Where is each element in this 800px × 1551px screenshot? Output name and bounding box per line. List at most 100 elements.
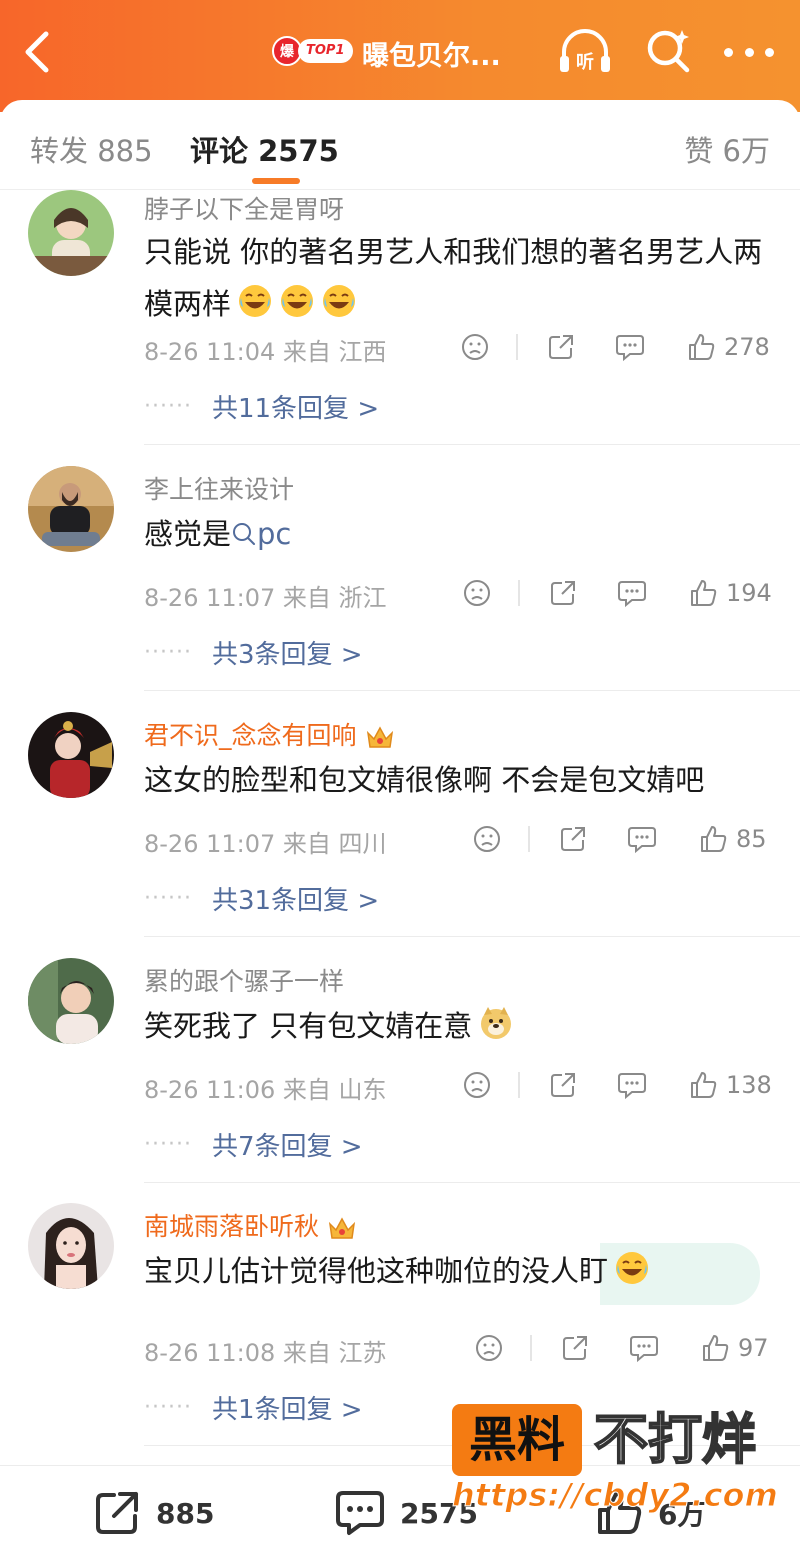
comment-meta: 8-26 11:08 来自 江苏 97 <box>144 1331 774 1367</box>
dislike-button[interactable] <box>472 822 502 856</box>
like-count: 97 <box>738 1334 769 1362</box>
avatar[interactable] <box>28 1203 114 1289</box>
reply-row: ······ 共7条回复 > <box>144 1126 363 1162</box>
share-button[interactable] <box>558 822 588 856</box>
dislike-button[interactable] <box>474 1331 504 1365</box>
reply-row: ······ 共31条回复 > <box>144 880 379 916</box>
dislike-button[interactable] <box>462 576 492 610</box>
reply-button[interactable] <box>616 576 648 610</box>
comment-text: 只能说 你的著名男艺人和我们想的著名男艺人两模两样 <box>144 226 774 330</box>
like-button[interactable]: 85 <box>698 822 767 856</box>
more-button[interactable] <box>724 38 774 66</box>
share-icon <box>561 827 585 851</box>
search-tag-text: pc <box>257 517 292 551</box>
username[interactable]: 脖子以下全是胃呀 <box>144 190 344 226</box>
action-separator <box>530 1335 532 1361</box>
comment-icon <box>618 1073 646 1100</box>
like-icon <box>701 826 727 852</box>
view-replies-link[interactable]: 共3条回复 > <box>212 634 363 671</box>
share-button[interactable] <box>546 330 576 364</box>
like-count: 194 <box>726 579 772 607</box>
more-icon-dot <box>765 47 774 57</box>
like-icon <box>703 1335 729 1361</box>
username-vip[interactable]: 君不识_念念有回响 <box>144 716 395 752</box>
tab-like[interactable]: 赞 6万 <box>684 128 770 170</box>
listen-icon: 听 <box>560 29 610 73</box>
like-button[interactable]: 138 <box>688 1068 772 1102</box>
comment-text-content: 笑死我了 只有包文婧在意 <box>144 1009 473 1043</box>
avatar[interactable] <box>28 712 114 798</box>
bottom-repost-count: 885 <box>156 1496 215 1530</box>
reply-button[interactable] <box>614 330 646 364</box>
username[interactable]: 累的跟个骡子一样 <box>144 962 344 998</box>
tab-comment[interactable]: 评论 2575 <box>190 128 339 170</box>
back-button[interactable] <box>18 28 58 76</box>
listen-label: 听 <box>576 51 594 73</box>
hot-badge-rank: TOP1 <box>298 39 353 63</box>
dislike-button[interactable] <box>460 330 490 364</box>
search-tag-link[interactable]: pc <box>231 517 291 551</box>
search-icon <box>233 523 256 545</box>
comment-meta: 8-26 11:04 来自 江西 278 <box>144 330 774 366</box>
share-icon <box>96 1492 138 1534</box>
watermark-box: 黑料 <box>452 1404 582 1476</box>
like-count: 138 <box>726 1071 772 1099</box>
comment-time: 8-26 11:08 来自 江苏 <box>144 1339 387 1367</box>
dislike-icon <box>462 334 488 360</box>
share-button[interactable] <box>548 1068 578 1102</box>
comment-divider <box>144 444 800 445</box>
dislike-icon <box>476 1335 502 1361</box>
comment-icon <box>618 581 646 608</box>
like-count: 278 <box>724 333 770 361</box>
comment-time: 8-26 11:07 来自 四川 <box>144 830 387 858</box>
back-icon <box>25 31 49 73</box>
reply-dots: ······ <box>144 639 192 665</box>
comment-time: 8-26 11:07 来自 浙江 <box>144 584 387 612</box>
dislike-button[interactable] <box>462 1068 492 1102</box>
tab-bar: 转发 885 评论 2575 赞 6万 <box>0 100 800 190</box>
share-button[interactable] <box>560 1331 590 1365</box>
username-text: 君不识_念念有回响 <box>144 721 357 750</box>
comment-text-content: 感觉是 <box>144 517 232 551</box>
reply-dots: ······ <box>144 1131 192 1157</box>
username[interactable]: 李上往来设计 <box>144 470 294 506</box>
share-icon <box>551 1073 575 1097</box>
like-button[interactable]: 97 <box>700 1331 769 1365</box>
reply-dots: ······ <box>144 1394 192 1420</box>
view-replies-link[interactable]: 共1条回复 > <box>212 1389 363 1426</box>
more-icon-dot <box>724 47 733 57</box>
active-tab-indicator <box>252 178 300 184</box>
reply-button[interactable] <box>626 822 658 856</box>
bottom-repost-button[interactable]: 885 <box>92 1488 214 1538</box>
comment-meta: 8-26 11:07 来自 浙江 194 <box>144 576 774 612</box>
share-button[interactable] <box>548 576 578 610</box>
dislike-icon <box>464 1072 490 1098</box>
username-vip[interactable]: 南城雨落卧听秋 <box>144 1207 357 1243</box>
reply-row: ······ 共3条回复 > <box>144 634 363 670</box>
reply-button[interactable] <box>616 1068 648 1102</box>
comment-divider <box>144 690 800 691</box>
listen-button[interactable]: 听 <box>556 28 614 76</box>
more-icon-dot <box>744 47 754 57</box>
avatar[interactable] <box>28 190 114 276</box>
comment-text: 笑死我了 只有包文婧在意 <box>144 1000 774 1052</box>
laugh-cry-emoji-icon <box>616 1252 649 1284</box>
like-icon <box>689 334 715 360</box>
tab-repost[interactable]: 转发 885 <box>30 128 153 170</box>
avatar[interactable] <box>28 466 114 552</box>
comment-divider <box>144 1182 800 1183</box>
view-replies-link[interactable]: 共11条回复 > <box>212 388 379 425</box>
comment-meta: 8-26 11:07 来自 四川 85 <box>144 822 774 858</box>
page-title[interactable]: 曝包贝尔... <box>362 34 501 73</box>
search-button[interactable] <box>644 26 694 76</box>
avatar[interactable] <box>28 958 114 1044</box>
like-button[interactable]: 194 <box>688 576 772 610</box>
like-button[interactable]: 278 <box>686 330 770 364</box>
like-count: 85 <box>736 825 767 853</box>
reply-button[interactable] <box>628 1331 660 1365</box>
dislike-icon <box>464 580 490 606</box>
comment-icon <box>630 1336 658 1363</box>
view-replies-link[interactable]: 共31条回复 > <box>212 880 379 917</box>
view-replies-link[interactable]: 共7条回复 > <box>212 1126 363 1163</box>
like-icon <box>691 580 717 606</box>
